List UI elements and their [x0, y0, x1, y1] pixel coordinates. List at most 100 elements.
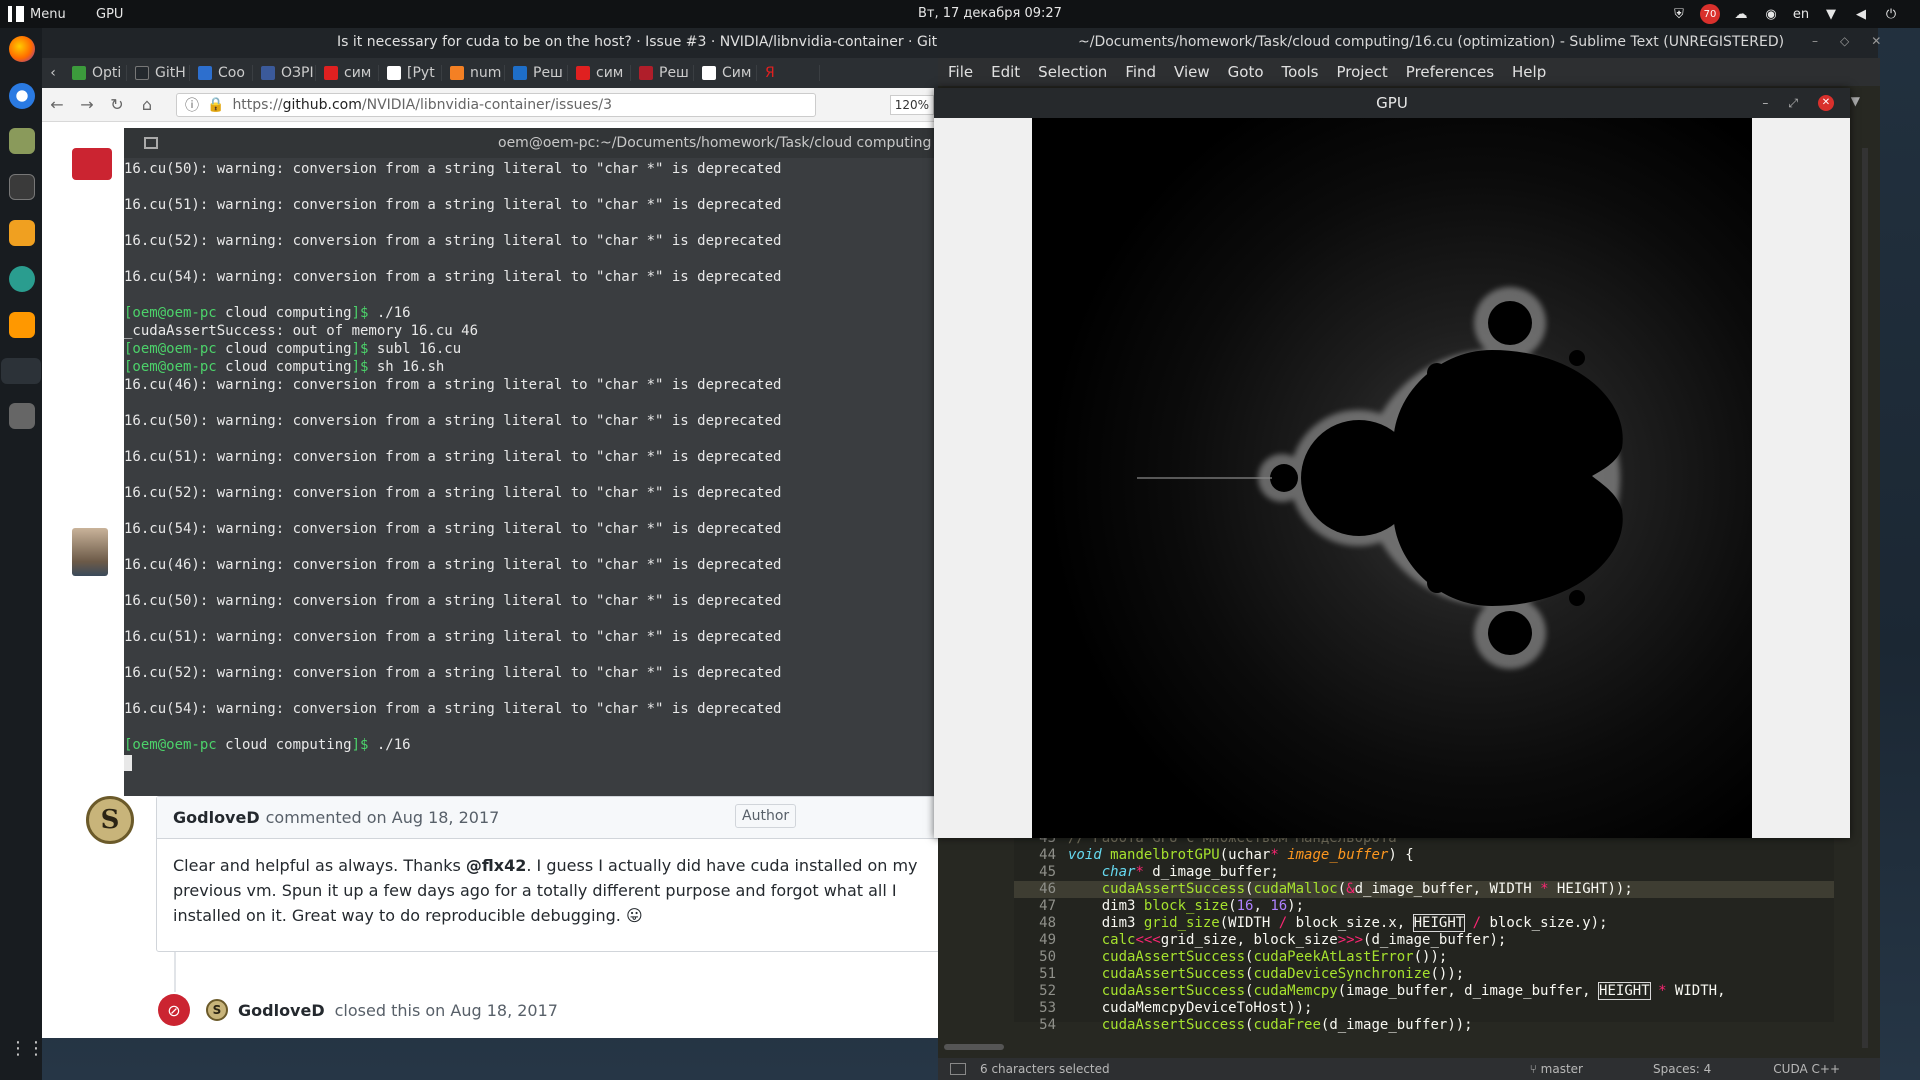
user-mention[interactable]: @flx42 [466, 856, 526, 875]
closed-icon: ⊘ [158, 994, 190, 1026]
horizontal-scrollbar[interactable] [944, 1044, 1004, 1050]
prompt-end: ]$ [351, 737, 369, 753]
tab-4[interactable]: сим [316, 65, 379, 81]
terminal-line: 16.cu(51): warning: conversion from a st… [124, 449, 782, 465]
reload-icon[interactable]: ↻ [102, 95, 132, 114]
cloud-icon[interactable]: ☁ [1732, 5, 1750, 23]
sublime-text-icon[interactable] [9, 312, 35, 338]
update-manager-icon[interactable] [9, 266, 35, 292]
close-icon[interactable]: ✕ [1818, 95, 1834, 111]
shield-icon[interactable]: ⛨ [1670, 5, 1688, 23]
vertical-scrollbar[interactable] [1862, 148, 1868, 1048]
tab-0[interactable]: Opti [64, 65, 127, 81]
terminal-icon[interactable] [9, 174, 35, 200]
tab-9[interactable]: Реш [631, 65, 694, 81]
zoom-indicator[interactable]: 120% [889, 94, 934, 115]
notification-badge[interactable]: 70 [1700, 4, 1720, 24]
avatar[interactable]: S [86, 796, 134, 844]
comment-meta[interactable]: commented on Aug 18, 2017 [266, 808, 500, 827]
info-icon[interactable]: ⓘ [185, 95, 199, 115]
terminal-titlebar[interactable]: oem@oem-pc:~/Documents/homework/Task/clo… [124, 128, 938, 158]
forward-icon[interactable]: → [72, 95, 102, 114]
menu-goto[interactable]: Goto [1228, 63, 1264, 81]
indentation-setting[interactable]: Spaces: 4 [1653, 1062, 1711, 1076]
active-window-label[interactable]: GPU [96, 7, 123, 22]
comment-author[interactable]: GodloveD [173, 808, 260, 827]
tab-label: Coo [218, 65, 245, 81]
show-apps-icon[interactable]: ⋮⋮ [9, 1038, 45, 1064]
tab-favicon-icon [261, 66, 275, 80]
tab-dropdown-icon[interactable]: ▼ [1851, 94, 1860, 108]
back-icon[interactable]: ← [42, 95, 72, 114]
menu-file[interactable]: File [948, 63, 973, 81]
power-icon[interactable]: ⏻ [1882, 5, 1900, 23]
tab-label: num [470, 65, 502, 81]
browser-titlebar[interactable]: Is it necessary for cuda to be on the ho… [42, 28, 992, 58]
close-icon[interactable]: ✕ [1871, 34, 1881, 48]
sublime-titlebar[interactable]: ~/Documents/homework/Task/cloud computin… [938, 28, 1878, 58]
terminal-title: oem@oem-pc:~/Documents/homework/Task/clo… [498, 135, 932, 151]
nvidia-icon[interactable]: ◉ [1762, 5, 1780, 23]
tab-8[interactable]: сим [568, 65, 631, 81]
code-content[interactable]: // Работа GPU с множеством Мандельброта v… [1068, 830, 1726, 1034]
git-branch[interactable]: ⑂ master [1530, 1062, 1583, 1076]
panel-toggle-icon[interactable] [950, 1063, 966, 1075]
prompt-command: ./16 [368, 737, 411, 753]
prompt-dir: cloud computing [216, 305, 352, 321]
menu-help[interactable]: Help [1512, 63, 1546, 81]
chromium-icon[interactable] [9, 83, 35, 109]
wifi-icon[interactable]: ▼ [1822, 5, 1840, 23]
active-app-icon[interactable] [1, 358, 41, 384]
minimize-icon[interactable]: – [1762, 88, 1768, 118]
avatar[interactable] [72, 528, 108, 576]
firefox-icon[interactable] [9, 36, 35, 62]
menu-selection[interactable]: Selection [1038, 63, 1107, 81]
browser-window-title: Is it necessary for cuda to be on the ho… [337, 34, 992, 50]
clock[interactable]: Вт, 17 декабря 09:27 [918, 6, 1062, 21]
tab-7[interactable]: Реш [505, 65, 568, 81]
sublime-window-title: ~/Documents/homework/Task/cloud computin… [1078, 34, 1785, 50]
maximize-icon[interactable]: ⤢ [1788, 88, 1798, 118]
tab-favicon-icon [324, 66, 338, 80]
code-editor[interactable]: 43 44 45 46 47 48 49 50 51 52 53 54 // Работа GPU с… [1014, 830, 1834, 1033]
tab-2[interactable]: Coo [190, 65, 253, 81]
tab-10[interactable]: Сим [694, 65, 757, 81]
minimize-icon[interactable]: – [1812, 34, 1818, 48]
keyboard-layout[interactable]: en [1792, 5, 1810, 23]
issue-state-button[interactable] [72, 148, 112, 180]
tab-6[interactable]: num [442, 65, 505, 81]
downloads-icon[interactable] [9, 220, 35, 246]
gpu-titlebar[interactable]: GPU – ⤢ ✕ [934, 88, 1850, 118]
closed-author[interactable]: GodloveD [238, 1001, 325, 1020]
home-icon[interactable]: ⌂ [132, 95, 162, 114]
url-bar[interactable]: ⓘ 🔒 https://github.com/NVIDIA/libnvidia-… [176, 92, 816, 117]
syntax-setting[interactable]: CUDA C++ [1773, 1062, 1840, 1076]
tab-3[interactable]: ОЗРІ [253, 65, 316, 81]
tab-11[interactable]: Я [757, 65, 820, 81]
maximize-icon[interactable]: ◇ [1840, 34, 1849, 48]
menu-edit[interactable]: Edit [991, 63, 1020, 81]
tab-1[interactable]: GitH [127, 65, 190, 81]
files-icon[interactable] [9, 128, 35, 154]
trash-icon[interactable] [9, 403, 35, 429]
menu-view[interactable]: View [1174, 63, 1210, 81]
tab-scroll-left-icon[interactable]: ‹ [42, 65, 64, 81]
menu-tools[interactable]: Tools [1282, 63, 1319, 81]
prompt-end: ]$ [351, 305, 369, 321]
line-number: 54 [1039, 1017, 1056, 1033]
terminal-output[interactable]: 16.cu(50): warning: conversion from a st… [124, 158, 938, 772]
terminal-line: 16.cu(51): warning: conversion from a st… [124, 629, 782, 645]
volume-icon[interactable]: ◀ [1852, 5, 1870, 23]
terminal-window[interactable]: oem@oem-pc:~/Documents/homework/Task/clo… [124, 128, 938, 796]
menu-button[interactable]: Menu [0, 6, 84, 22]
menu-project[interactable]: Project [1336, 63, 1387, 81]
menu-find[interactable]: Find [1125, 63, 1156, 81]
menu-preferences[interactable]: Preferences [1406, 63, 1494, 81]
tab-5[interactable]: [Pyt [379, 65, 442, 81]
prompt-user: [oem@oem-pc [124, 305, 217, 321]
avatar[interactable]: S [206, 999, 228, 1021]
